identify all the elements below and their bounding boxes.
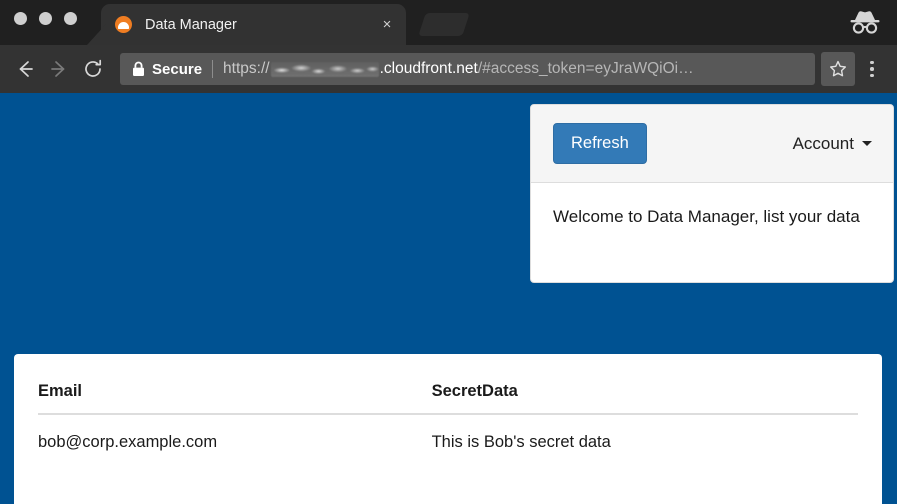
minimize-window-button[interactable] — [39, 12, 52, 25]
browser-toolbar: Secure https:// .cloudfront.net/#access_t… — [0, 45, 897, 93]
url-path: /#access_token=eyJraWQiOi… — [478, 60, 694, 78]
reload-button[interactable] — [76, 52, 110, 86]
new-tab-button[interactable] — [418, 13, 469, 36]
incognito-icon — [847, 8, 883, 36]
menu-dot-icon — [870, 67, 874, 71]
maximize-window-button[interactable] — [64, 12, 77, 25]
welcome-message: Welcome to Data Manager, list your data — [553, 205, 871, 230]
column-header-secretdata: SecretData — [432, 372, 858, 414]
window-controls — [14, 12, 77, 25]
close-icon[interactable]: × — [378, 17, 396, 32]
data-table-card: Email SecretData bob@corp.example.com Th… — [14, 354, 882, 504]
chevron-down-icon — [862, 141, 872, 146]
data-manager-panel: Refresh Account Welcome to Data Manager,… — [530, 104, 894, 283]
bookmark-star-icon[interactable] — [821, 52, 855, 86]
back-button[interactable] — [8, 52, 42, 86]
address-bar[interactable]: Secure https:// .cloudfront.net/#access_t… — [120, 53, 815, 85]
omnibox-divider — [212, 60, 213, 78]
refresh-button[interactable]: Refresh — [553, 123, 647, 164]
url-domain: .cloudfront.net — [380, 60, 478, 78]
column-header-email: Email — [38, 372, 432, 414]
table-body: bob@corp.example.com This is Bob's secre… — [38, 414, 858, 452]
security-badge: Secure — [152, 61, 202, 78]
cloud-icon — [115, 16, 132, 33]
url-text: https:// .cloudfront.net/#access_token=ey… — [223, 60, 809, 78]
data-table: Email SecretData bob@corp.example.com Th… — [38, 372, 858, 452]
tab-strip: Data Manager × — [0, 0, 897, 45]
account-dropdown[interactable]: Account — [793, 134, 872, 154]
close-window-button[interactable] — [14, 12, 27, 25]
cell-email: bob@corp.example.com — [38, 414, 432, 452]
page-viewport: Refresh Account Welcome to Data Manager,… — [0, 93, 897, 504]
url-scheme: https:// — [223, 60, 270, 78]
table-header-row: Email SecretData — [38, 372, 858, 414]
menu-dot-icon — [870, 74, 874, 78]
url-redacted-host — [271, 62, 379, 77]
tab-title: Data Manager — [145, 17, 378, 33]
lock-icon — [132, 61, 145, 77]
browser-menu-button[interactable] — [857, 52, 887, 86]
account-dropdown-label: Account — [793, 134, 854, 154]
browser-chrome: Data Manager × — [0, 0, 897, 93]
table-row: bob@corp.example.com This is Bob's secre… — [38, 414, 858, 452]
forward-button[interactable] — [42, 52, 76, 86]
menu-dot-icon — [870, 61, 874, 65]
browser-window: Data Manager × — [0, 0, 897, 504]
browser-tab[interactable]: Data Manager × — [101, 4, 406, 45]
panel-body: Welcome to Data Manager, list your data — [531, 183, 893, 282]
table-head: Email SecretData — [38, 372, 858, 414]
panel-header: Refresh Account — [531, 105, 893, 183]
cell-secret-data: This is Bob's secret data — [432, 414, 858, 452]
